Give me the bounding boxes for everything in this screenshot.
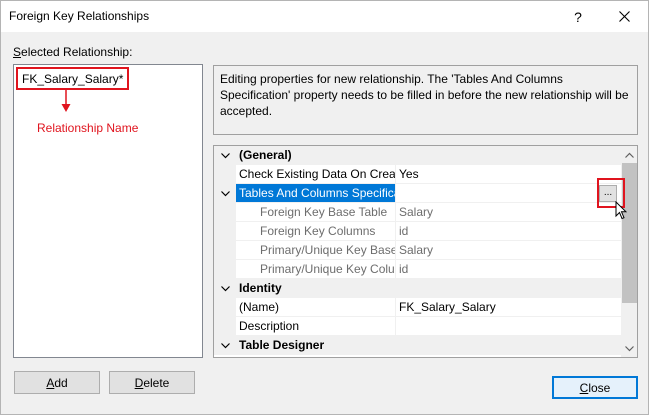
property-name: Primary/Unique Key Base — [236, 241, 396, 260]
property-name: Foreign Key Base Table — [236, 203, 396, 222]
ellipsis-button[interactable]: ... — [599, 185, 617, 202]
row-gutter — [214, 165, 236, 184]
property-row-pk-base-table[interactable]: Primary/Unique Key Base Salary — [214, 241, 621, 260]
property-name: Tables And Columns Specifica — [236, 184, 396, 203]
add-accelerator: A — [46, 375, 55, 390]
collapse-chevron-icon[interactable] — [214, 279, 236, 298]
title-bar: Foreign Key Relationships ? — [1, 1, 648, 32]
category-name: Table Designer — [236, 336, 621, 355]
close-accelerator: C — [579, 380, 589, 395]
property-value[interactable] — [396, 184, 621, 203]
help-icon: ? — [574, 8, 582, 25]
delete-label: elete — [143, 375, 170, 390]
row-gutter — [214, 298, 236, 317]
category-name: (General) — [236, 146, 621, 165]
property-row-pk-columns[interactable]: Primary/Unique Key Colu id — [214, 260, 621, 279]
collapse-chevron-icon[interactable] — [214, 336, 236, 355]
category-row-identity[interactable]: Identity — [214, 279, 621, 298]
scroll-up-icon[interactable] — [621, 146, 637, 163]
property-row-check-existing-data[interactable]: Check Existing Data On Creat Yes — [214, 165, 621, 184]
mouse-cursor-icon — [615, 201, 627, 220]
add-label: dd — [54, 375, 68, 390]
relationship-item[interactable]: FK_Salary_Salary* — [16, 67, 130, 90]
help-button[interactable]: ? — [555, 1, 601, 32]
relationship-name-annotation: Relationship Name — [37, 121, 139, 135]
property-value[interactable]: Yes — [396, 165, 621, 184]
category-name: Identity — [236, 279, 621, 298]
property-row-fk-base-table[interactable]: Foreign Key Base Table Salary — [214, 203, 621, 222]
foreign-key-relationships-dialog: Foreign Key Relationships ? Selected Rel… — [0, 0, 649, 415]
window-title: Foreign Key Relationships — [9, 9, 150, 23]
property-name: Foreign Key Columns — [236, 222, 396, 241]
property-name: Check Existing Data On Creat — [236, 165, 396, 184]
selected-relationship-label: Selected Relationship: — [13, 45, 132, 59]
add-button[interactable]: Add — [14, 371, 100, 394]
property-name: Description — [236, 317, 396, 336]
delete-button[interactable]: Delete — [109, 371, 195, 394]
property-value[interactable] — [396, 317, 621, 336]
close-label: lose — [588, 380, 611, 395]
row-gutter — [214, 241, 236, 260]
property-grid-rows: (General) Check Existing Data On Creat Y… — [214, 146, 621, 355]
property-value: Salary — [396, 241, 621, 260]
property-name: (Name) — [236, 298, 396, 317]
property-grid[interactable]: (General) Check Existing Data On Creat Y… — [213, 145, 638, 358]
vertical-scrollbar[interactable] — [621, 146, 637, 357]
label-text: elected Relationship: — [21, 45, 133, 59]
property-row-description[interactable]: Description — [214, 317, 621, 336]
property-row-tables-and-columns[interactable]: Tables And Columns Specifica ... — [214, 184, 621, 203]
collapse-chevron-icon[interactable] — [214, 184, 236, 203]
property-row-name[interactable]: (Name) FK_Salary_Salary — [214, 298, 621, 317]
close-icon — [618, 11, 630, 22]
row-gutter — [214, 203, 236, 222]
annotation-arrow-icon — [61, 89, 71, 112]
relationship-list[interactable]: FK_Salary_Salary* — [13, 64, 203, 358]
category-row-general[interactable]: (General) — [214, 146, 621, 165]
row-gutter — [214, 222, 236, 241]
row-gutter — [214, 260, 236, 279]
scrollbar-thumb[interactable] — [622, 163, 637, 303]
category-row-table-designer[interactable]: Table Designer — [214, 336, 621, 355]
label-accelerator: S — [13, 45, 22, 59]
close-button[interactable]: Close — [552, 376, 638, 399]
info-message: Editing properties for new relationship.… — [213, 65, 638, 135]
row-gutter — [214, 317, 236, 336]
collapse-chevron-icon[interactable] — [214, 146, 236, 165]
property-value: Salary — [396, 203, 621, 222]
delete-accelerator: D — [134, 375, 144, 390]
scroll-down-icon[interactable] — [621, 340, 637, 357]
property-row-fk-columns[interactable]: Foreign Key Columns id — [214, 222, 621, 241]
relationship-item-label: FK_Salary_Salary* — [22, 72, 124, 86]
property-name: Primary/Unique Key Colu — [236, 260, 396, 279]
close-window-button[interactable] — [601, 1, 647, 32]
property-value: id — [396, 222, 621, 241]
property-value[interactable]: FK_Salary_Salary — [396, 298, 621, 317]
property-value: id — [396, 260, 621, 279]
